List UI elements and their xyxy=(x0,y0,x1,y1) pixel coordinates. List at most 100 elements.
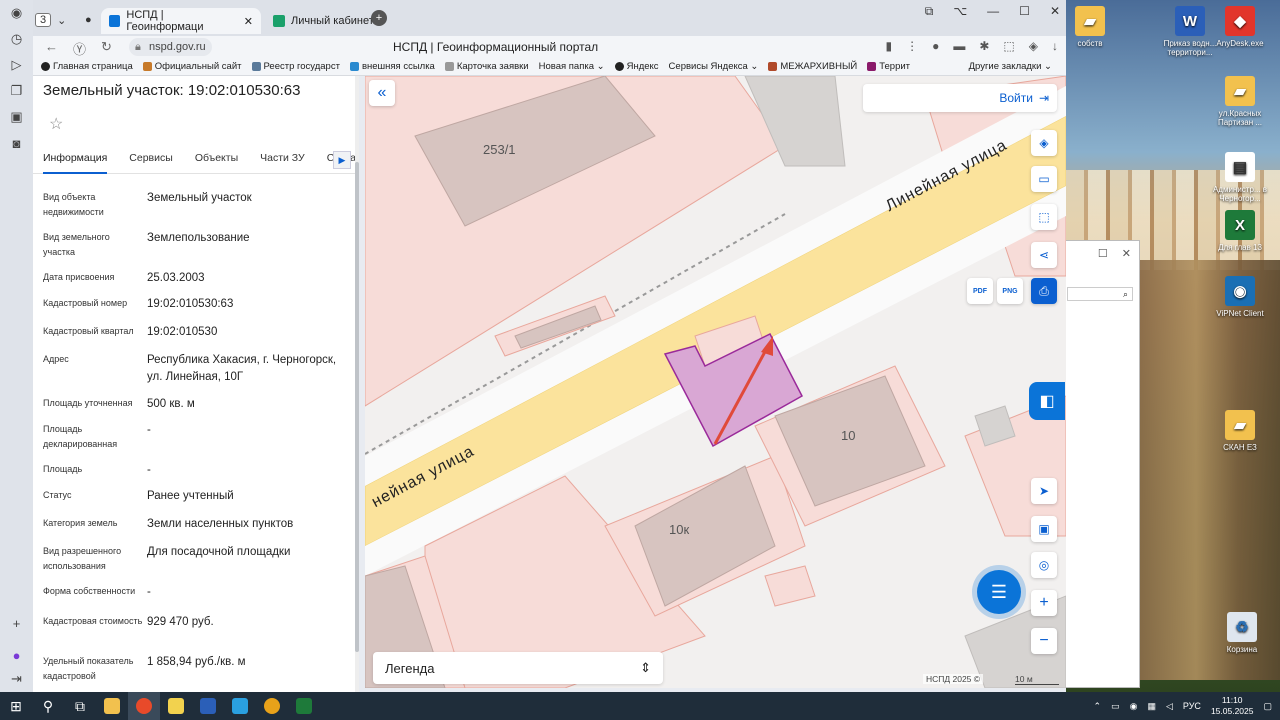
desktop-icon[interactable]: ▰ ул.Красных Партизан ... xyxy=(1208,76,1272,127)
print-button[interactable]: ⎙ xyxy=(1031,278,1057,304)
zoom-out-button[interactable]: − xyxy=(1031,628,1057,654)
taskbar-app[interactable] xyxy=(96,692,128,720)
desktop-icon[interactable]: ▰ собств xyxy=(1058,6,1122,48)
scrollbar-thumb[interactable] xyxy=(355,162,359,652)
bookmark-item[interactable]: Официальный сайт xyxy=(142,61,242,72)
tray-chevron-icon[interactable]: ⌃ xyxy=(1094,701,1102,712)
task-view-button[interactable]: ⧉ xyxy=(64,692,96,720)
tab-parts[interactable]: Части ЗУ xyxy=(260,148,305,174)
tray-app-icon[interactable]: ◉ xyxy=(1130,701,1138,712)
taskbar-app[interactable] xyxy=(128,692,160,720)
start-button[interactable]: ⊞ xyxy=(0,692,32,720)
language-indicator[interactable]: РУС xyxy=(1183,701,1201,711)
new-tab-button[interactable]: + xyxy=(371,10,387,26)
close-icon[interactable]: ✕ xyxy=(1122,247,1131,260)
search-button[interactable]: ⚲ xyxy=(32,692,64,720)
menu-dots-icon[interactable]: ⋮ xyxy=(906,39,918,53)
bookmark-label: Официальный сайт xyxy=(154,61,242,72)
bookmark-item[interactable]: внешняя ссылка xyxy=(349,61,435,72)
bookmark-folder[interactable]: Сервисы Яндекса ⌄ xyxy=(669,61,759,72)
reload-icon[interactable]: ↻ xyxy=(101,39,112,55)
history-icon[interactable]: ◷ xyxy=(0,26,33,52)
desktop-icon[interactable]: ♻ Корзина xyxy=(1210,612,1274,654)
taskbar-app[interactable] xyxy=(256,692,288,720)
taskbar-app[interactable] xyxy=(160,692,192,720)
collapse-window-icon[interactable]: ⧉ xyxy=(925,4,934,19)
extension-icon[interactable]: ⬚ xyxy=(1003,39,1014,53)
tab-count-icon[interactable]: ▣ xyxy=(0,104,33,130)
bookmark-item[interactable]: МЕЖАРХИВНЫЙ xyxy=(768,61,857,72)
desktop-icon[interactable]: ◉ ViPNet Client xyxy=(1208,276,1272,318)
alice-icon[interactable]: ● xyxy=(0,642,33,668)
network-icon[interactable]: ▦ xyxy=(1147,701,1156,712)
legend-button[interactable]: Легенда ⇕ xyxy=(373,652,663,684)
add-icon[interactable]: + xyxy=(0,610,33,636)
taskbar-app[interactable] xyxy=(192,692,224,720)
bookmark-item[interactable]: Главная страница xyxy=(41,61,133,72)
tab-cabinet[interactable]: Личный кабинет xyxy=(265,8,385,34)
desktop-icon[interactable]: ◆ AnyDesk.exe xyxy=(1208,6,1272,48)
yandex-icon[interactable]: Ⓨ xyxy=(73,39,86,58)
desktop-icon[interactable]: ▤ Администр... в Черногор... xyxy=(1208,152,1272,203)
extension-icon[interactable]: ◈ xyxy=(1029,39,1038,53)
taskbar-app[interactable] xyxy=(288,692,320,720)
ruler-button[interactable]: ▭ xyxy=(1031,166,1057,192)
tab-services[interactable]: Сервисы xyxy=(129,148,173,174)
map-view[interactable]: 253/1 10 10к Линейная улица нейная улица… xyxy=(365,76,1066,688)
clock[interactable]: 11:10 15.05.2025 xyxy=(1211,695,1254,717)
pin-icon[interactable]: ⌥ xyxy=(953,4,967,19)
background-window[interactable]: ☐ ✕ ⌕ xyxy=(1060,240,1140,688)
collections-icon[interactable]: ❐ xyxy=(0,78,33,104)
bookmark-item[interactable]: Карточка заявки xyxy=(444,61,529,72)
tab-objects[interactable]: Объекты xyxy=(195,148,238,174)
geolocation-button[interactable]: ◎ xyxy=(1031,552,1057,578)
side-panel-tab[interactable]: ◧ xyxy=(1029,382,1065,420)
url-field[interactable]: 🔒︎ nspd.gov.ru xyxy=(129,38,212,56)
tray-app-icon[interactable]: ▭ xyxy=(1111,701,1120,712)
extension-icon[interactable]: ▬ xyxy=(953,39,965,53)
search-field[interactable]: ⌕ xyxy=(1067,287,1133,301)
bookmark-icon[interactable]: ▮ xyxy=(886,39,893,53)
yandex-logo-icon[interactable]: ◉ xyxy=(0,0,33,26)
login-button[interactable]: Войти ⇥ xyxy=(863,84,1057,112)
notifications-icon[interactable]: ▢ xyxy=(1263,701,1272,712)
layers-button[interactable]: ◈ xyxy=(1031,130,1057,156)
locate-button[interactable]: ➤ xyxy=(1031,478,1057,504)
sidebar-settings-icon[interactable]: ⇥ xyxy=(0,666,33,692)
download-icon[interactable]: ↓ xyxy=(1052,39,1058,53)
back-icon[interactable]: ← xyxy=(45,39,58,54)
chevron-right-icon[interactable]: ▶ xyxy=(333,151,351,169)
zoom-in-button[interactable]: + xyxy=(1031,590,1057,616)
chat-button[interactable]: ☰ xyxy=(977,570,1021,614)
minimap-button[interactable]: ▣ xyxy=(1031,516,1057,542)
taskbar: ⊞ ⚲ ⧉ ⌃ ▭ ◉ ▦ ◁ РУС 11:10 15.05.2025 ▢ xyxy=(0,692,1280,720)
tab-info[interactable]: Информация xyxy=(43,148,108,174)
play-icon[interactable]: ▷ xyxy=(0,52,33,78)
desktop-icon[interactable]: X Для глав 13 xyxy=(1208,210,1272,252)
bookmark-item[interactable]: Яндекс xyxy=(614,61,659,72)
tab-group-button[interactable]: 3 ⌄ xyxy=(35,10,66,30)
minimize-icon[interactable]: — xyxy=(987,4,999,19)
star-icon[interactable]: ☆ xyxy=(49,114,63,134)
volume-icon[interactable]: ◁ xyxy=(1166,701,1173,712)
camera-icon[interactable]: ◙ xyxy=(0,130,33,156)
bookmark-folder[interactable]: Новая папка ⌄ xyxy=(539,61,605,72)
taskbar-app[interactable] xyxy=(224,692,256,720)
maximize-icon[interactable]: ☐ xyxy=(1019,4,1030,19)
puzzle-icon[interactable]: ✱ xyxy=(979,39,989,53)
tab-nspd[interactable]: НСПД | Геоинформаци ✕ xyxy=(101,8,261,34)
extension-icon[interactable]: ● xyxy=(932,39,939,53)
select-area-button[interactable]: ⬚ xyxy=(1031,204,1057,230)
panel-scrollbar[interactable] xyxy=(355,76,359,692)
export-pdf-button[interactable]: PDF xyxy=(967,278,993,304)
export-png-button[interactable]: PNG xyxy=(997,278,1023,304)
maximize-icon[interactable]: ☐ xyxy=(1098,247,1108,260)
close-icon[interactable]: ✕ xyxy=(1050,4,1060,19)
other-bookmarks[interactable]: Другие закладки ⌄ xyxy=(969,61,1052,72)
close-icon[interactable]: ✕ xyxy=(244,15,253,28)
bookmark-item[interactable]: Террит xyxy=(867,61,910,72)
share-button[interactable]: ⋖ xyxy=(1031,242,1057,268)
bookmark-item[interactable]: Реестр государст xyxy=(251,61,340,72)
collapse-panel-button[interactable]: « xyxy=(369,80,395,106)
desktop-icon[interactable]: ▰ СКАН ЕЗ xyxy=(1208,410,1272,452)
